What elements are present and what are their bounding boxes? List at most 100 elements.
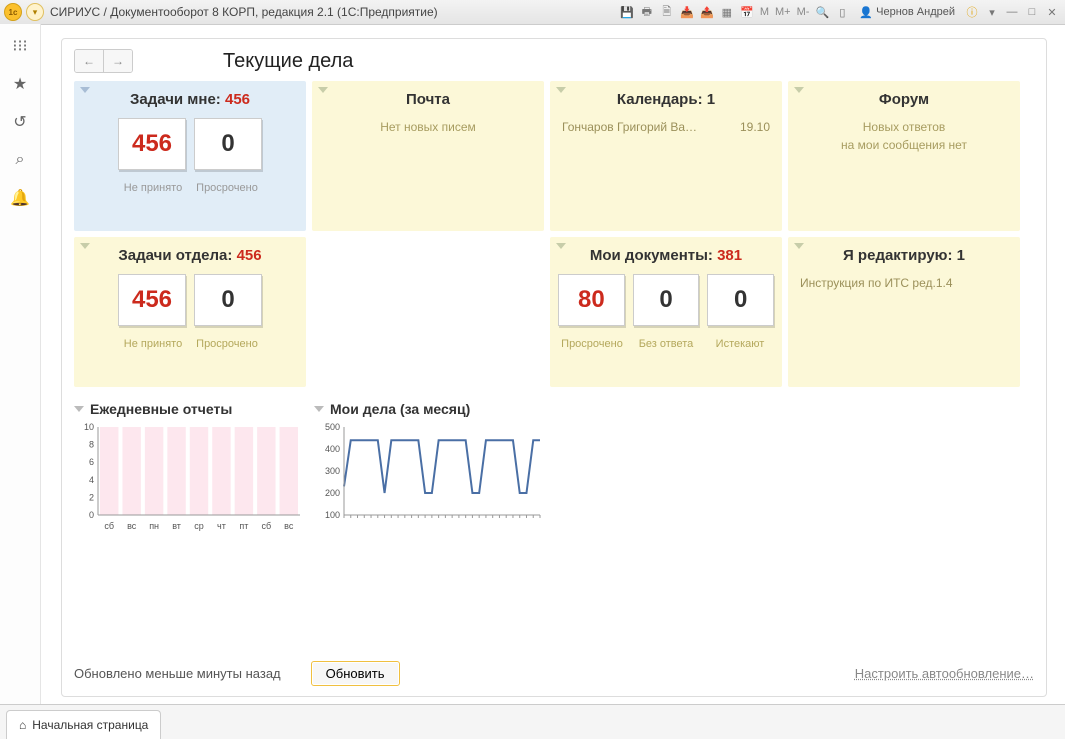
refresh-button[interactable]: Обновить — [311, 661, 400, 686]
bottom-tab-bar: ⌂ Начальная страница — [0, 704, 1065, 739]
svg-text:6: 6 — [89, 457, 94, 467]
calendar-item-date: 19.10 — [740, 120, 770, 134]
collapse-icon[interactable] — [74, 406, 84, 412]
bottom-tab-home[interactable]: ⌂ Начальная страница — [6, 710, 161, 739]
memory-plus-button[interactable]: M+ — [773, 6, 793, 18]
app-menu-dropdown-icon[interactable]: ▾ — [26, 3, 44, 21]
memory-clear-button[interactable]: M — [758, 6, 771, 18]
collapse-icon[interactable] — [314, 406, 324, 412]
widget-title-text: Календарь: — [617, 91, 703, 108]
maximize-button[interactable]: □ — [1023, 3, 1041, 21]
widget-my-tasks[interactable]: Задачи мне: 456 456 0 Не принято Просроч… — [74, 81, 306, 231]
collapse-icon[interactable] — [794, 87, 804, 93]
chart-monthly: Мои дела (за месяц) 100200300400500 — [314, 401, 544, 533]
svg-text:сб: сб — [104, 521, 114, 531]
sidebar: ⁝⁝⁝ ★ ↺ ⌕ 🔔 — [0, 24, 41, 705]
chart-title: Ежедневные отчеты — [90, 401, 232, 417]
widget-title-count: 381 — [717, 247, 742, 264]
widget-title-text: Задачи отдела: — [118, 247, 232, 264]
widget-calendar[interactable]: Календарь: 1 Гончаров Григорий Ва… 19.10 — [550, 81, 782, 231]
calendar-icon[interactable]: 📅 — [738, 3, 756, 21]
history-icon[interactable]: ↺ — [10, 112, 30, 132]
svg-text:чт: чт — [217, 521, 226, 531]
zoom-icon[interactable]: 🔍 — [813, 3, 831, 21]
widget-sub-line: Новых ответов — [863, 120, 946, 134]
svg-text:вс: вс — [127, 521, 137, 531]
collapse-icon[interactable] — [318, 87, 328, 93]
auto-refresh-settings-link[interactable]: Настроить автообновление… — [855, 666, 1034, 681]
collapse-icon[interactable] — [80, 87, 90, 93]
charts-row: Ежедневные отчеты 0246810сбвспнвтсрчтптс… — [74, 401, 1034, 533]
stat-not-accepted[interactable]: 456 — [118, 274, 186, 326]
widget-sub-line: на мои сообщения нет — [841, 138, 967, 152]
panel-toggle-icon[interactable]: ▯ — [833, 3, 851, 21]
calendar-item-name[interactable]: Гончаров Григорий Ва… — [562, 120, 697, 134]
memory-minus-button[interactable]: M- — [795, 6, 812, 18]
svg-text:300: 300 — [325, 466, 340, 476]
home-icon: ⌂ — [19, 718, 26, 732]
apps-icon[interactable]: ⁝⁝⁝ — [10, 36, 30, 56]
stat-overdue[interactable]: 0 — [194, 274, 262, 326]
widget-title-text: Я редактирую: — [843, 247, 953, 264]
svg-text:0: 0 — [89, 510, 94, 520]
chart-monthly-svg: 100200300400500 — [314, 423, 544, 533]
nav-back-button[interactable]: ← — [75, 50, 103, 72]
spreadsheet-icon[interactable]: ▦ — [718, 3, 736, 21]
stat-label: Не принято — [120, 338, 186, 350]
stat-expiring[interactable]: 0 — [707, 274, 774, 326]
stat-not-accepted[interactable]: 456 — [118, 118, 186, 170]
dropdown-icon[interactable]: ▾ — [983, 3, 1001, 21]
collapse-icon[interactable] — [556, 87, 566, 93]
bell-icon[interactable]: 🔔 — [10, 188, 30, 208]
svg-text:вс: вс — [284, 521, 294, 531]
page-title: Текущие дела — [223, 50, 353, 73]
editing-item[interactable]: Инструкция по ИТС ред.1.4 — [800, 276, 953, 290]
outbox-icon[interactable]: 📤 — [698, 3, 716, 21]
widget-title-count: 456 — [225, 91, 250, 108]
svg-text:вт: вт — [172, 521, 181, 531]
svg-text:4: 4 — [89, 475, 94, 485]
stat-label: Не принято — [120, 182, 186, 194]
widget-forum[interactable]: Форум Новых ответов на мои сообщения нет — [788, 81, 1020, 231]
save-icon[interactable]: 💾 — [618, 3, 636, 21]
stat-overdue[interactable]: 0 — [194, 118, 262, 170]
nav-forward-button[interactable]: → — [103, 50, 132, 72]
close-button[interactable]: ✕ — [1043, 3, 1061, 21]
svg-text:пт: пт — [239, 521, 248, 531]
stat-no-reply[interactable]: 0 — [633, 274, 700, 326]
app-logo-icon: 1c — [4, 3, 22, 21]
chart-daily-svg: 0246810сбвспнвтсрчтптсбвс — [74, 423, 304, 533]
widget-title-text: Мои документы: — [590, 247, 713, 264]
widget-mail[interactable]: Почта Нет новых писем — [312, 81, 544, 231]
search-icon[interactable]: ⌕ — [10, 150, 30, 170]
collapse-icon[interactable] — [794, 243, 804, 249]
info-icon[interactable]: ⓘ — [963, 3, 981, 21]
stat-label: Просрочено — [559, 338, 625, 350]
stat-overdue[interactable]: 80 — [558, 274, 625, 326]
widget-title-text: Форум — [796, 91, 1012, 108]
user-indicator[interactable]: 👤Чернов Андрей — [853, 6, 961, 19]
user-icon: 👤 — [859, 6, 873, 19]
print-preview-icon[interactable]: 🗎 — [658, 3, 676, 21]
widget-my-docs[interactable]: Мои документы: 381 80 0 0 Просрочено Без… — [550, 237, 782, 387]
widget-title-count: 1 — [957, 247, 965, 264]
svg-text:200: 200 — [325, 488, 340, 498]
widget-title-text: Почта — [320, 91, 536, 108]
svg-text:пн: пн — [149, 521, 159, 531]
chart-daily-reports: Ежедневные отчеты 0246810сбвспнвтсрчтптс… — [74, 401, 304, 533]
bottom-tab-label: Начальная страница — [32, 718, 148, 732]
minimize-button[interactable]: — — [1003, 3, 1021, 21]
window-title: СИРИУС / Документооборот 8 КОРП, редакци… — [50, 5, 438, 19]
widget-empty-text: Нет новых писем — [320, 118, 536, 136]
collapse-icon[interactable] — [556, 243, 566, 249]
print-icon[interactable]: 🖶 — [638, 3, 656, 21]
inbox-icon[interactable]: 📥 — [678, 3, 696, 21]
stat-label: Без ответа — [633, 338, 699, 350]
star-icon[interactable]: ★ — [10, 74, 30, 94]
svg-text:500: 500 — [325, 423, 340, 432]
collapse-icon[interactable] — [80, 243, 90, 249]
svg-text:сб: сб — [262, 521, 272, 531]
widget-editing[interactable]: Я редактирую: 1 Инструкция по ИТС ред.1.… — [788, 237, 1020, 387]
status-text: Обновлено меньше минуты назад — [74, 666, 281, 681]
widget-dept-tasks[interactable]: Задачи отдела: 456 456 0 Не принято Прос… — [74, 237, 306, 387]
